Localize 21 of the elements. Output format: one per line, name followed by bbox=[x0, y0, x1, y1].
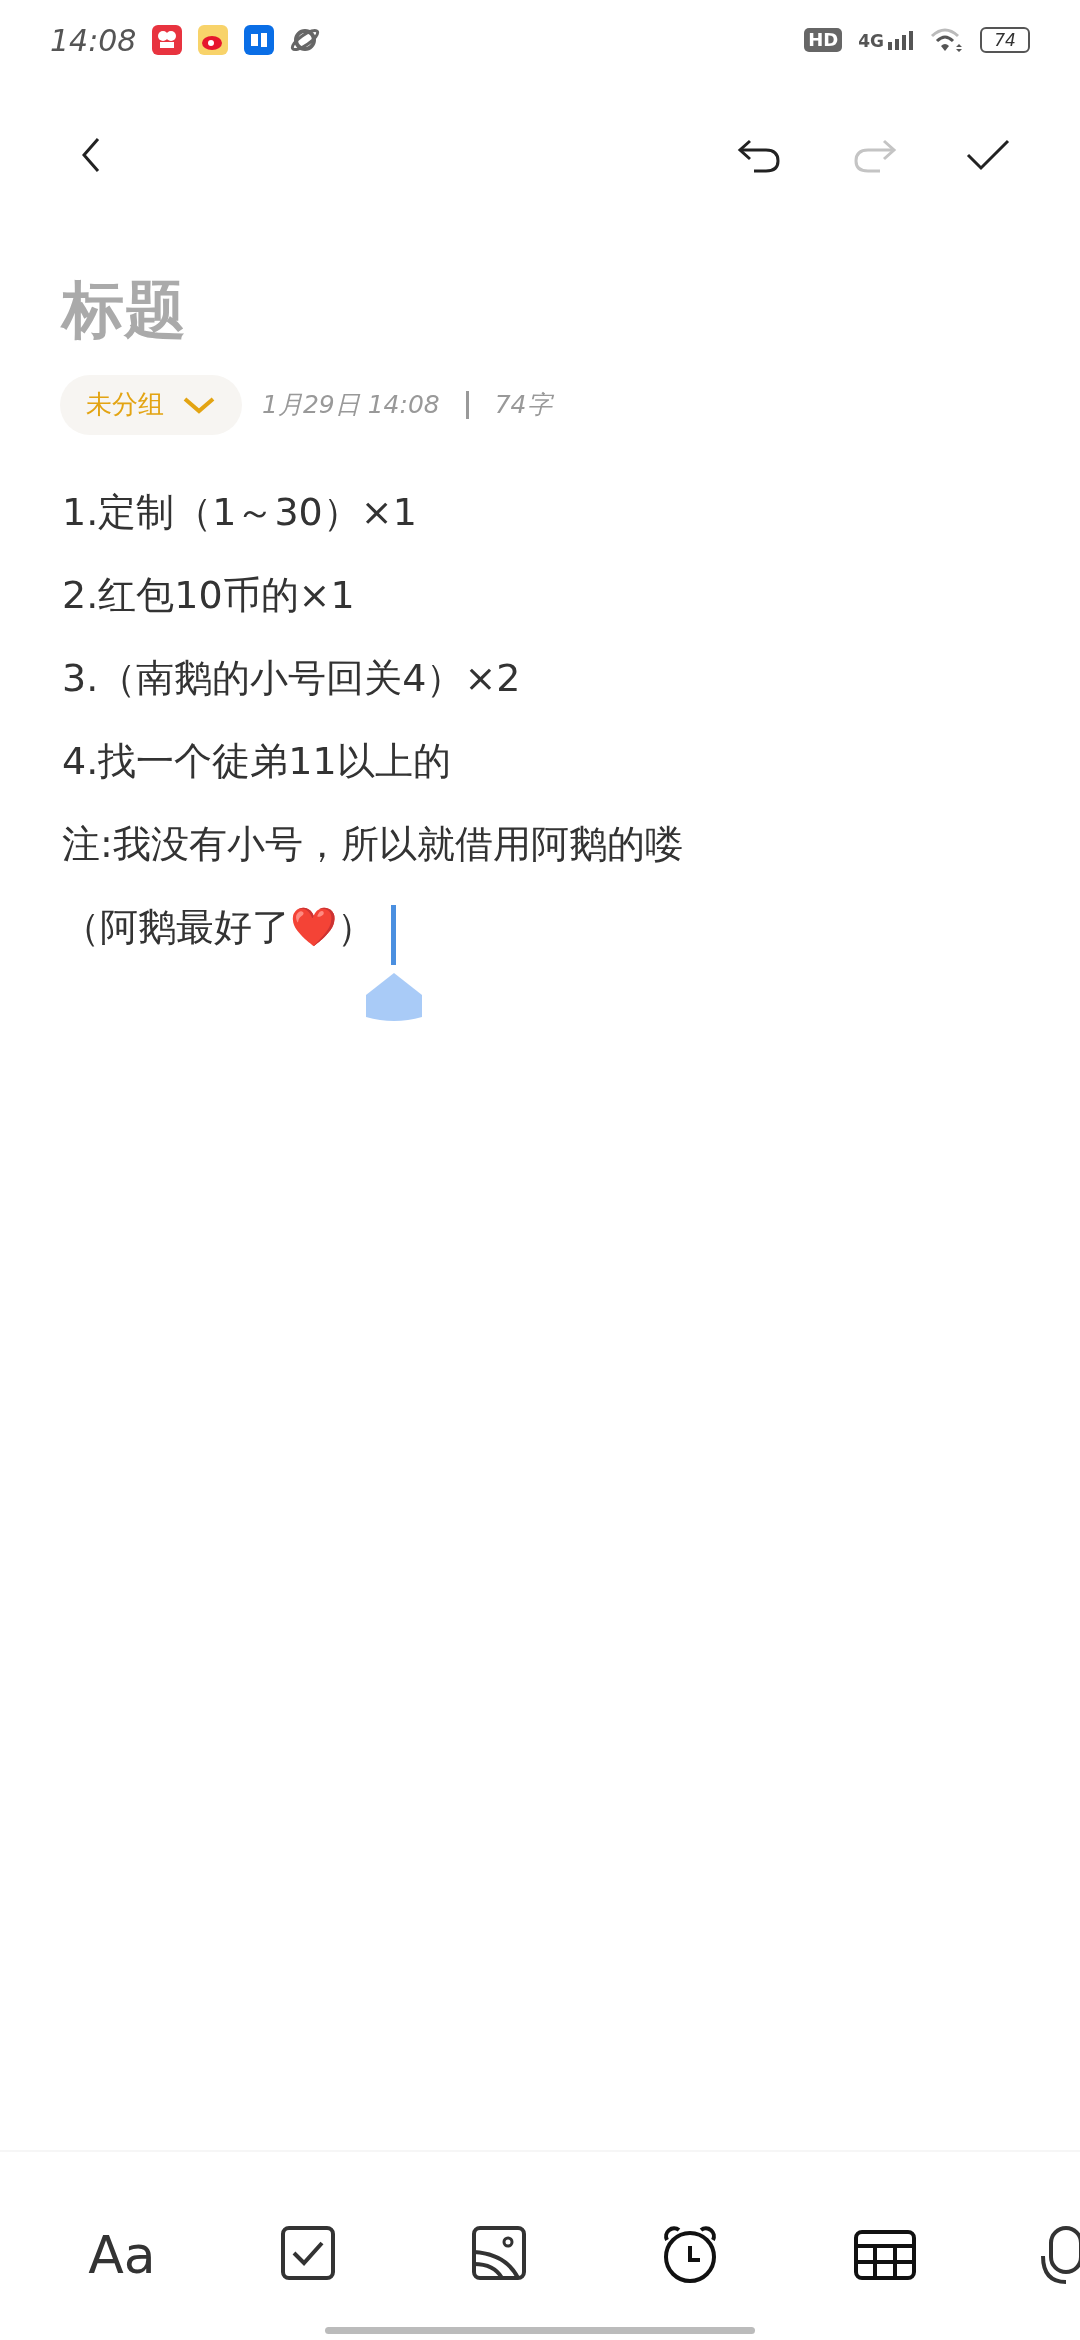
note-line: 2.红包10币的×1 bbox=[62, 572, 355, 617]
note-line: 注:我没有小号，所以就借用阿鹅的喽 bbox=[62, 821, 683, 866]
note-date: 1月29日 14:08 bbox=[262, 388, 440, 421]
square-app-icon bbox=[244, 25, 275, 55]
eye-app-icon bbox=[198, 25, 229, 55]
video-app-icon bbox=[152, 25, 183, 55]
network-type: 4G bbox=[858, 33, 884, 50]
signal-icon bbox=[888, 30, 914, 50]
clock-time: 14:08 bbox=[50, 21, 137, 60]
text-format-button[interactable]: Aa bbox=[87, 2220, 157, 2290]
note-line: 1.定制（1～30）×1 bbox=[62, 489, 417, 534]
group-dropdown[interactable]: 未分组 bbox=[60, 374, 242, 435]
wifi-icon bbox=[930, 27, 964, 53]
cursor-handle[interactable] bbox=[366, 973, 422, 1024]
battery-level: 74 bbox=[980, 27, 1030, 53]
word-count: 74字 bbox=[494, 388, 552, 421]
note-line: 4.找一个徒弟11以上的 bbox=[62, 738, 451, 783]
note-line: （阿鹅最好了❤） bbox=[62, 904, 375, 949]
hd-badge: HD bbox=[804, 28, 843, 52]
title-placeholder[interactable]: 标题 bbox=[62, 270, 1080, 351]
note-line: 3.（南鹅的小号回关4）×2 bbox=[62, 655, 521, 700]
